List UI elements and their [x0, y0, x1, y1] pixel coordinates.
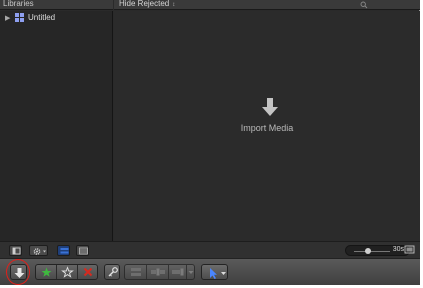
action-menu-button[interactable]: [29, 245, 48, 256]
library-sidebar: ▶ Untitled: [0, 11, 113, 241]
filter-label: Hide Rejected: [119, 0, 170, 8]
browser-bottom-bar: 30s: [0, 241, 420, 258]
slider-knob[interactable]: [365, 248, 371, 254]
import-media-label[interactable]: Import Media: [114, 123, 420, 133]
gear-icon: [33, 248, 46, 255]
libraries-title: Libraries: [3, 0, 34, 8]
favorite-button[interactable]: [36, 265, 57, 279]
event-browser: Import Media: [114, 11, 420, 241]
connect-clip-icon: [131, 268, 141, 276]
libraries-header: Libraries: [0, 0, 113, 10]
library-item[interactable]: ▶ Untitled: [0, 12, 113, 24]
unrate-star-icon: [61, 266, 74, 278]
highlight-circle: [6, 259, 30, 285]
clip-duration-slider[interactable]: 30s: [345, 245, 410, 256]
disclosure-triangle-icon[interactable]: ▶: [5, 14, 10, 22]
browser-header: Hide Rejected ↕: [114, 0, 420, 10]
filter-popup[interactable]: Hide Rejected ↕: [119, 0, 175, 8]
import-arrow-icon[interactable]: [262, 98, 278, 118]
keyword-button[interactable]: [104, 264, 120, 280]
arrow-pointer-icon: [210, 268, 226, 279]
list-view-button[interactable]: [57, 245, 70, 256]
clip-duration-value: 30s: [392, 246, 404, 253]
rating-buttons: [35, 264, 98, 280]
edit-menu-button[interactable]: [187, 265, 195, 279]
tools-popup-button[interactable]: [201, 264, 228, 280]
edit-buttons: [124, 264, 195, 280]
insert-clip-icon: [151, 268, 165, 276]
library-item-label: Untitled: [28, 13, 56, 22]
favorite-star-icon: [41, 267, 52, 277]
reject-button[interactable]: [78, 265, 98, 279]
slider-track: [354, 251, 390, 252]
main-toolbar: [0, 258, 420, 285]
chevron-down-icon: [188, 271, 194, 274]
app-window: Libraries Hide Rejected ↕ ▶ Untitled Impo…: [0, 0, 420, 285]
search-icon[interactable]: [360, 1, 368, 9]
library-icon: [15, 13, 24, 22]
list-view-icon: [60, 248, 69, 254]
show-sidebar-button[interactable]: [9, 245, 22, 256]
clip-appearance-icon[interactable]: [404, 244, 415, 255]
append-button[interactable]: [169, 265, 187, 279]
unrate-button[interactable]: [57, 265, 78, 279]
key-icon: [108, 267, 118, 277]
reject-x-icon: [83, 267, 93, 277]
filmstrip-view-button[interactable]: [76, 245, 89, 256]
insert-button[interactable]: [147, 265, 169, 279]
append-clip-icon: [172, 268, 184, 276]
filmstrip-view-icon: [79, 247, 88, 255]
connect-button[interactable]: [125, 265, 147, 279]
filter-arrow-icon: ↕: [172, 2, 176, 8]
